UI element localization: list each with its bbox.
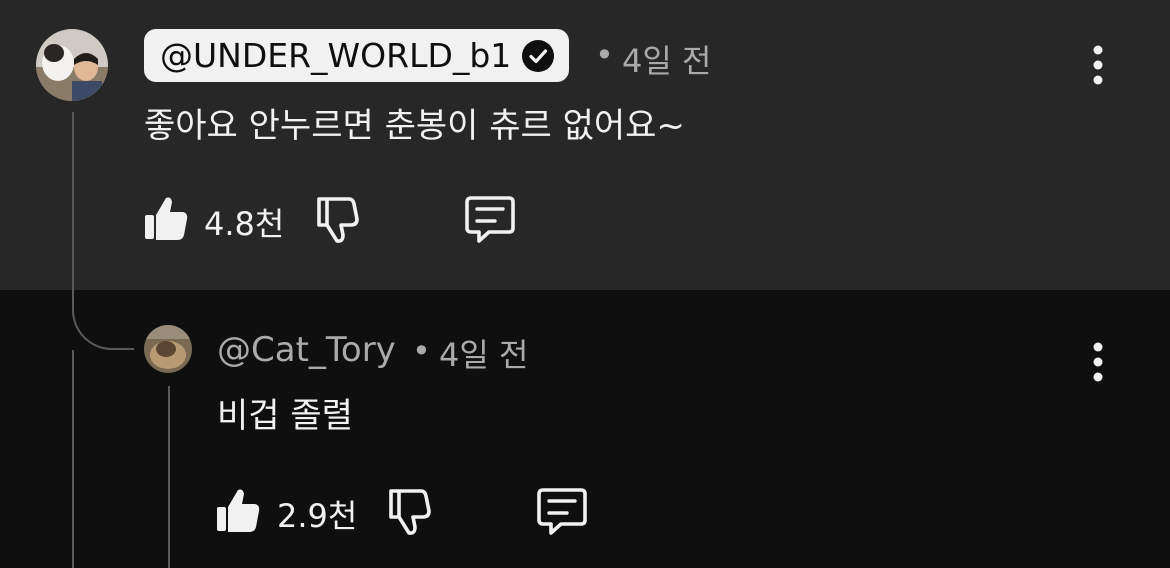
verified-check-icon [521,39,555,73]
reply-button[interactable] [463,194,517,246]
reply-dislike-button[interactable] [387,486,437,538]
avatar[interactable] [36,29,108,101]
thumbs-down-icon [317,197,359,243]
reply-text: 비겁 졸렬 [217,396,353,436]
reply-more-vertical-icon[interactable] [1083,337,1113,387]
comment-text: 좋아요 안누르면 춘봉이 츄르 없어요~ [144,106,685,146]
reply-comment-icon [537,488,587,535]
author-handle-pill[interactable]: @UNDER_WORLD_b1 [144,29,570,82]
dislike-button[interactable] [315,194,365,246]
reply-like-button[interactable] [214,484,264,536]
reply-reply-button[interactable] [535,486,589,538]
more-vertical-icon[interactable] [1083,40,1113,90]
reply-meta-separator: • [412,332,431,370]
like-button[interactable] [142,192,192,244]
thumbs-down-icon [389,489,431,535]
thread-line-main [72,112,74,282]
thumbs-up-icon [145,197,188,240]
thread-line-reply [168,386,170,568]
author-handle: @UNDER_WORLD_b1 [160,36,512,75]
reply-author-handle[interactable]: @Cat_Tory [217,330,396,370]
like-count: 4.8천 [204,205,285,243]
reply-avatar[interactable] [144,325,192,373]
meta-separator: • [595,36,614,74]
reply-timestamp[interactable]: 4일 전 [439,330,528,376]
timestamp[interactable]: 4일 전 [622,36,711,82]
reply-like-count: 2.9천 [277,497,358,535]
thumbs-up-icon [217,489,260,532]
reply-comment-icon [465,196,515,243]
thread-line-main-lower [72,350,74,568]
